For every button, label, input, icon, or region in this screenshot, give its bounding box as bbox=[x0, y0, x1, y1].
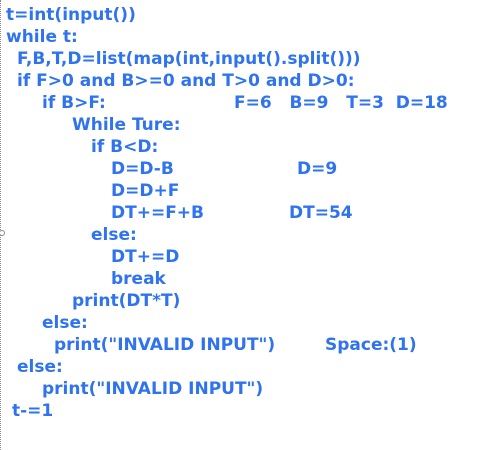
space-note-annotation: Space:(1) bbox=[325, 335, 417, 355]
code-line-3: F,B,T,D=list(map(int,input().split())) bbox=[17, 49, 361, 69]
code-line-13: break bbox=[111, 269, 166, 289]
code-line-1: t=int(input()) bbox=[6, 5, 136, 25]
code-line-8: D=D-B bbox=[111, 159, 174, 179]
code-editor-canvas[interactable]: t=int(input()) while t: F,B,T,D=list(map… bbox=[0, 0, 491, 450]
code-line-17: else: bbox=[17, 357, 63, 377]
code-line-14: print(DT*T) bbox=[72, 291, 181, 311]
code-line-19: t-=1 bbox=[12, 401, 54, 421]
code-line-7: if B<D: bbox=[91, 137, 159, 157]
code-line-10: DT+=F+B bbox=[111, 203, 205, 223]
code-line-6: While Ture: bbox=[72, 115, 181, 135]
code-line-11: else: bbox=[91, 225, 137, 245]
code-line-16: print("INVALID INPUT") bbox=[54, 335, 276, 355]
code-line-2: while t: bbox=[6, 27, 78, 47]
dt-value-annotation: DT=54 bbox=[289, 203, 353, 223]
d-value-annotation: D=9 bbox=[297, 159, 338, 179]
code-line-15: else: bbox=[42, 313, 88, 333]
input-values-annotation: F=6 B=9 T=3 D=18 bbox=[234, 93, 448, 113]
code-line-18: print("INVALID INPUT") bbox=[42, 379, 264, 399]
code-line-9: D=D+F bbox=[111, 181, 180, 201]
code-line-12: DT+=D bbox=[111, 247, 180, 267]
code-line-5: if B>F: bbox=[42, 93, 106, 113]
code-line-4: if F>0 and B>=0 and T>0 and D>0: bbox=[17, 71, 355, 91]
